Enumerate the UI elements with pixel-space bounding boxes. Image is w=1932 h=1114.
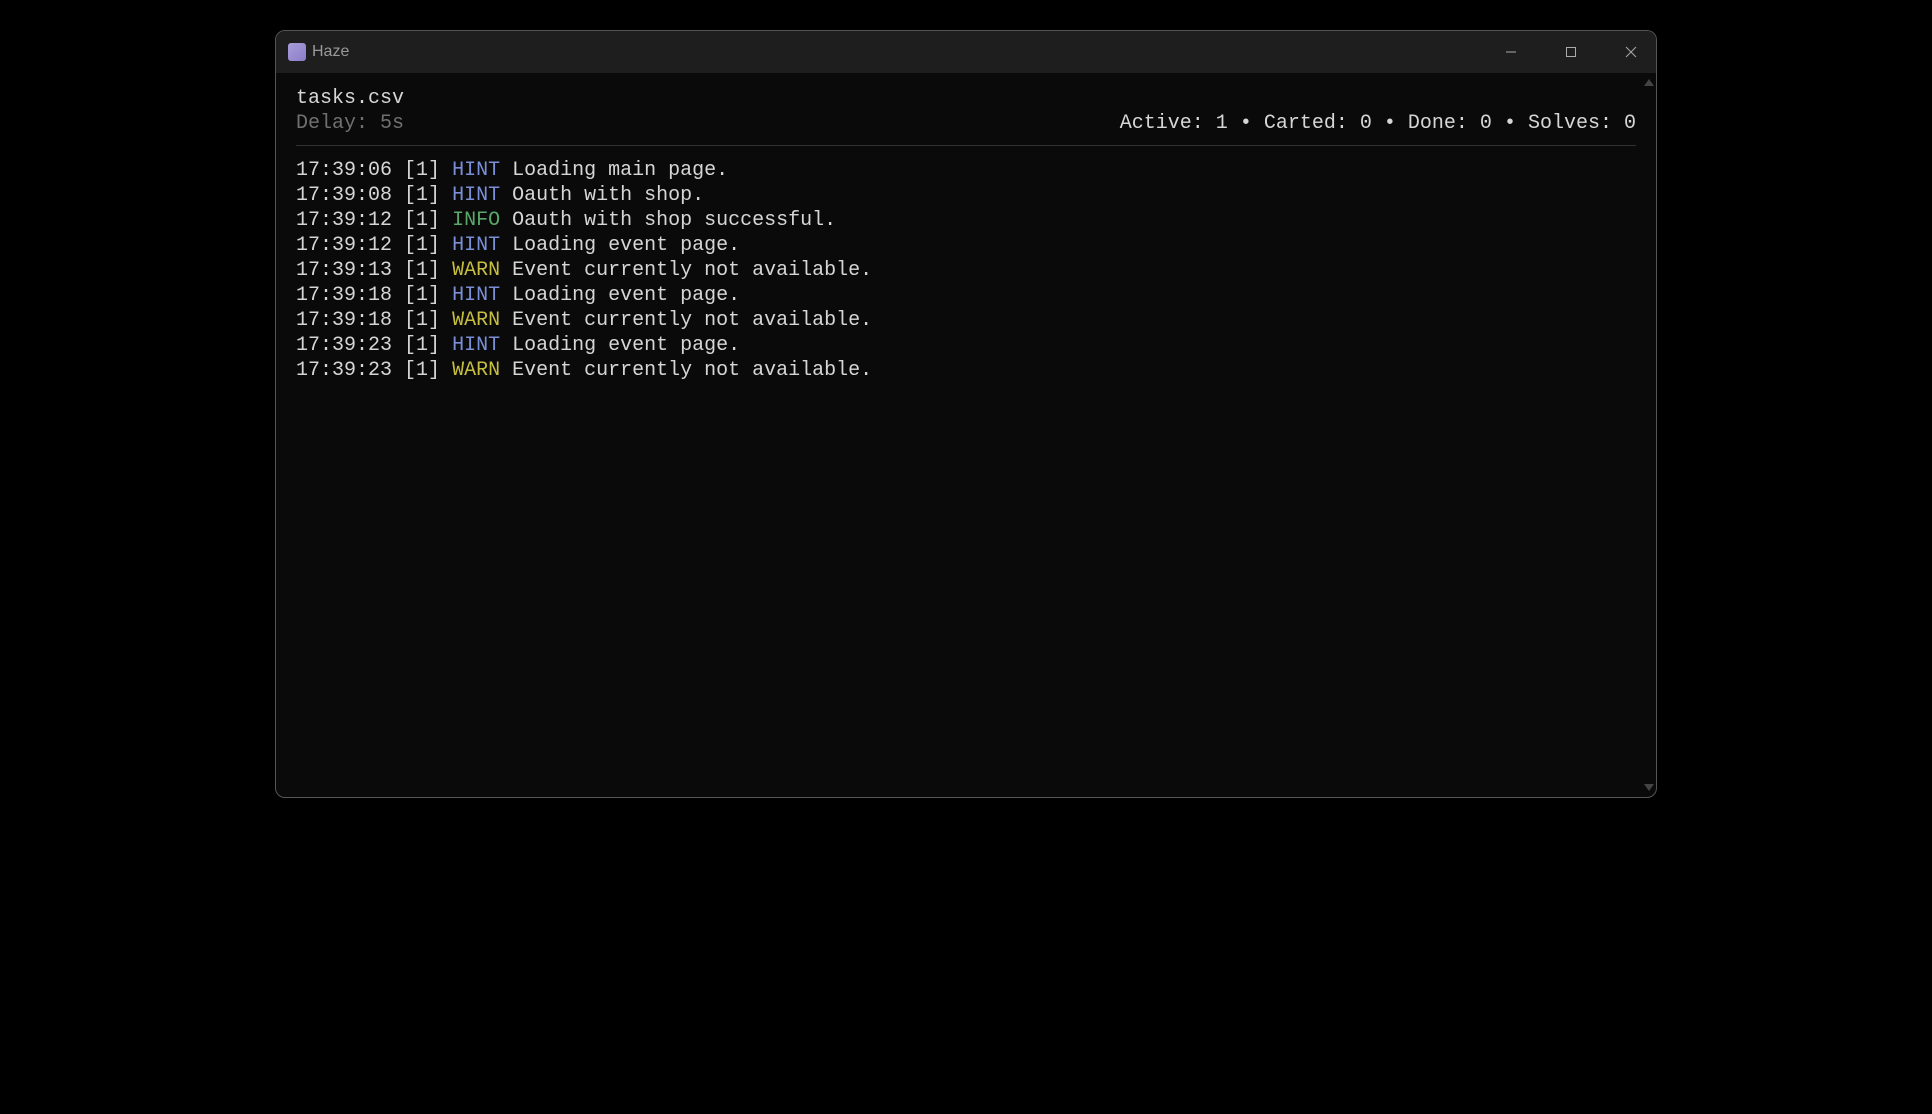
content-area: tasks.csv Delay: 5s Active: 1 • Carted: … <box>276 73 1656 797</box>
solves-value: 0 <box>1624 112 1636 135</box>
log-message: Loading main page. <box>512 159 728 182</box>
log-line: 17:39:12 [1] INFO Oauth with shop succes… <box>296 208 1636 233</box>
stats-sep: • <box>1492 112 1528 135</box>
stats-sep: • <box>1228 112 1264 135</box>
app-window: Haze tasks.csv Delay: 5s Active: 1 • Car… <box>275 30 1657 798</box>
log-level: HINT <box>452 284 500 307</box>
log-task-id: [1] <box>404 284 440 307</box>
log-line: 17:39:23 [1] HINT Loading event page. <box>296 333 1636 358</box>
log-task-id: [1] <box>404 259 440 282</box>
minimize-button[interactable] <box>1496 37 1526 67</box>
carted-value: 0 <box>1360 112 1372 135</box>
log-line: 17:39:08 [1] HINT Oauth with shop. <box>296 183 1636 208</box>
scroll-up-icon[interactable] <box>1644 79 1654 86</box>
log-message: Event currently not available. <box>512 259 872 282</box>
log-level: INFO <box>452 209 500 232</box>
close-icon <box>1625 46 1637 58</box>
window-controls <box>1496 37 1646 67</box>
log-level: HINT <box>452 234 500 257</box>
log-level: WARN <box>452 359 500 382</box>
titlebar-left: Haze <box>288 43 349 61</box>
status-row: Delay: 5s Active: 1 • Carted: 0 • Done: … <box>296 112 1636 146</box>
filename-label: tasks.csv <box>296 87 404 110</box>
log-line: 17:39:12 [1] HINT Loading event page. <box>296 233 1636 258</box>
log-level: HINT <box>452 334 500 357</box>
log-line: 17:39:23 [1] WARN Event currently not av… <box>296 358 1636 383</box>
active-label: Active: <box>1120 112 1204 135</box>
log-message: Event currently not available. <box>512 359 872 382</box>
log-task-id: [1] <box>404 234 440 257</box>
scroll-down-icon[interactable] <box>1644 784 1654 791</box>
log-message: Oauth with shop. <box>512 184 704 207</box>
stats-line: Active: 1 • Carted: 0 • Done: 0 • Solves… <box>1120 112 1636 135</box>
log-message: Loading event page. <box>512 284 740 307</box>
titlebar: Haze <box>276 31 1656 73</box>
log-line: 17:39:18 [1] WARN Event currently not av… <box>296 308 1636 333</box>
minimize-icon <box>1505 46 1517 58</box>
log-time: 17:39:18 <box>296 284 392 307</box>
log-level: WARN <box>452 309 500 332</box>
carted-label: Carted: <box>1264 112 1348 135</box>
log-message: Loading event page. <box>512 234 740 257</box>
app-icon <box>288 43 306 61</box>
done-label: Done: <box>1408 112 1468 135</box>
maximize-button[interactable] <box>1556 37 1586 67</box>
header-row: tasks.csv <box>296 87 1636 110</box>
close-button[interactable] <box>1616 37 1646 67</box>
done-value: 0 <box>1480 112 1492 135</box>
solves-label: Solves: <box>1528 112 1612 135</box>
log-line: 17:39:13 [1] WARN Event currently not av… <box>296 258 1636 283</box>
app-title: Haze <box>312 43 349 61</box>
maximize-icon <box>1565 46 1577 58</box>
log-message: Oauth with shop successful. <box>512 209 836 232</box>
log-time: 17:39:12 <box>296 234 392 257</box>
log-level: HINT <box>452 159 500 182</box>
delay-label: Delay: 5s <box>296 112 404 135</box>
log-time: 17:39:23 <box>296 334 392 357</box>
log-time: 17:39:12 <box>296 209 392 232</box>
log-message: Event currently not available. <box>512 309 872 332</box>
log-line: 17:39:06 [1] HINT Loading main page. <box>296 158 1636 183</box>
log-task-id: [1] <box>404 184 440 207</box>
log-message: Loading event page. <box>512 334 740 357</box>
log-task-id: [1] <box>404 209 440 232</box>
log-time: 17:39:13 <box>296 259 392 282</box>
log-task-id: [1] <box>404 309 440 332</box>
log-task-id: [1] <box>404 159 440 182</box>
log-container: 17:39:06 [1] HINT Loading main page.17:3… <box>296 158 1636 383</box>
active-value: 1 <box>1216 112 1228 135</box>
log-level: WARN <box>452 259 500 282</box>
log-level: HINT <box>452 184 500 207</box>
log-task-id: [1] <box>404 334 440 357</box>
log-time: 17:39:18 <box>296 309 392 332</box>
log-task-id: [1] <box>404 359 440 382</box>
log-line: 17:39:18 [1] HINT Loading event page. <box>296 283 1636 308</box>
scrollbar[interactable] <box>1642 73 1654 797</box>
stats-sep: • <box>1372 112 1408 135</box>
log-time: 17:39:08 <box>296 184 392 207</box>
log-time: 17:39:23 <box>296 359 392 382</box>
log-time: 17:39:06 <box>296 159 392 182</box>
